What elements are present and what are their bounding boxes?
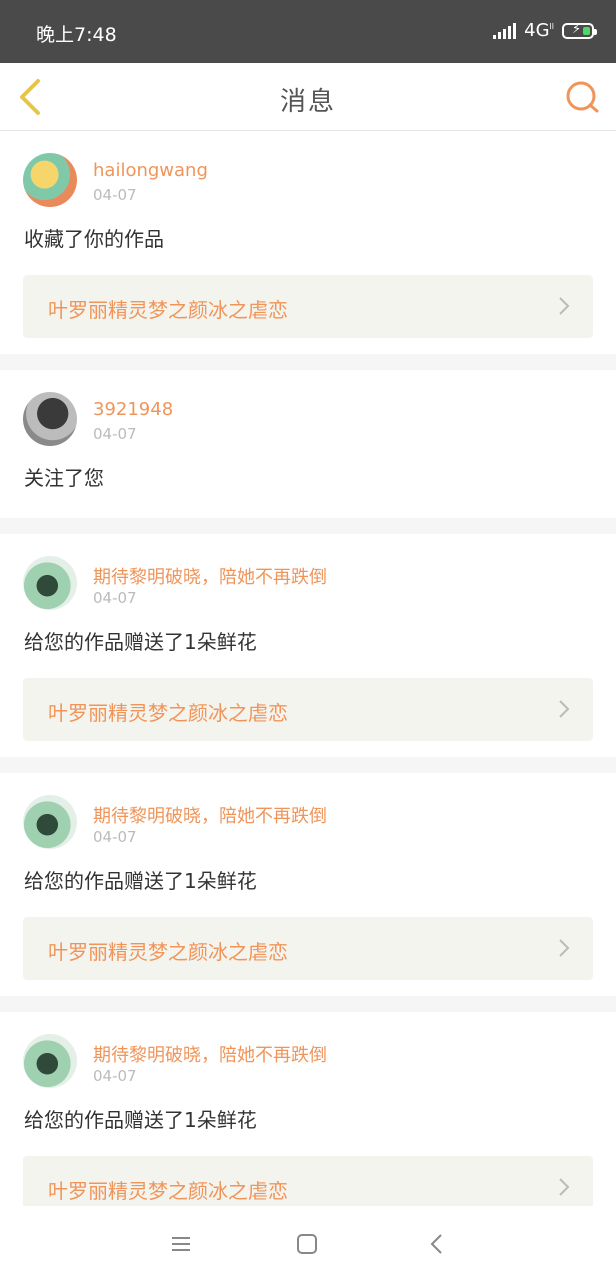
username[interactable]: 期待黎明破晓，陪她不再跌倒 (93, 563, 327, 589)
status-bar: 晚上7:48 4Gll ⚡ (0, 0, 616, 63)
message-date: 04-07 (93, 589, 137, 607)
home-icon[interactable] (294, 1231, 320, 1257)
system-nav-bar (0, 1206, 616, 1280)
message-card[interactable]: 期待黎明破晓，陪她不再跌倒 04-07 给您的作品赠送了1朵鲜花 叶罗丽精灵梦之… (0, 773, 616, 996)
message-card[interactable]: 期待黎明破晓，陪她不再跌倒 04-07 给您的作品赠送了1朵鲜花 叶罗丽精灵梦之… (0, 534, 616, 757)
search-icon (566, 81, 599, 113)
message-action: 给您的作品赠送了1朵鲜花 (24, 630, 257, 654)
avatar[interactable] (23, 556, 77, 610)
work-link[interactable]: 叶罗丽精灵梦之颜冰之虐恋 (23, 275, 593, 338)
status-time: 晚上7:48 (36, 24, 117, 46)
signal-icon (493, 22, 517, 39)
chevron-right-icon (559, 297, 570, 315)
avatar[interactable] (23, 1034, 77, 1088)
battery-icon: ⚡ (562, 22, 597, 39)
message-date: 04-07 (93, 186, 137, 204)
work-link[interactable]: 叶罗丽精灵梦之颜冰之虐恋 (23, 678, 593, 741)
chevron-right-icon (559, 700, 570, 718)
username[interactable]: hailongwang (93, 160, 208, 181)
username[interactable]: 3921948 (93, 399, 173, 420)
network-type: 4Gll (524, 20, 554, 41)
message-action: 关注了您 (24, 466, 104, 490)
work-link[interactable]: 叶罗丽精灵梦之颜冰之虐恋 (23, 917, 593, 980)
menu-icon[interactable] (168, 1231, 194, 1257)
avatar[interactable] (23, 795, 77, 849)
avatar[interactable] (23, 153, 77, 207)
message-date: 04-07 (93, 1067, 137, 1085)
message-action: 给您的作品赠送了1朵鲜花 (24, 1108, 257, 1132)
chevron-right-icon (559, 939, 570, 957)
status-icons: 4Gll ⚡ (493, 20, 597, 41)
search-button[interactable] (562, 77, 602, 117)
back-nav-icon[interactable] (424, 1231, 450, 1257)
username[interactable]: 期待黎明破晓，陪她不再跌倒 (93, 802, 327, 828)
message-action: 给您的作品赠送了1朵鲜花 (24, 869, 257, 893)
work-title: 叶罗丽精灵梦之颜冰之虐恋 (48, 940, 288, 964)
chevron-right-icon (559, 1178, 570, 1196)
message-card[interactable]: 期待黎明破晓，陪她不再跌倒 04-07 给您的作品赠送了1朵鲜花 叶罗丽精灵梦之… (0, 1012, 616, 1235)
message-date: 04-07 (93, 425, 137, 443)
message-action: 收藏了你的作品 (24, 227, 164, 251)
message-date: 04-07 (93, 828, 137, 846)
message-list: hailongwang 04-07 收藏了你的作品 叶罗丽精灵梦之颜冰之虐恋 3… (0, 131, 616, 1251)
work-title: 叶罗丽精灵梦之颜冰之虐恋 (48, 1179, 288, 1203)
username[interactable]: 期待黎明破晓，陪她不再跌倒 (93, 1041, 327, 1067)
work-title: 叶罗丽精灵梦之颜冰之虐恋 (48, 298, 288, 322)
message-card[interactable]: hailongwang 04-07 收藏了你的作品 叶罗丽精灵梦之颜冰之虐恋 (0, 131, 616, 354)
work-title: 叶罗丽精灵梦之颜冰之虐恋 (48, 701, 288, 725)
avatar[interactable] (23, 392, 77, 446)
page-title: 消息 (279, 87, 336, 117)
message-card[interactable]: 3921948 04-07 关注了您 (0, 370, 616, 518)
top-nav-bar: 消息 (0, 63, 616, 131)
